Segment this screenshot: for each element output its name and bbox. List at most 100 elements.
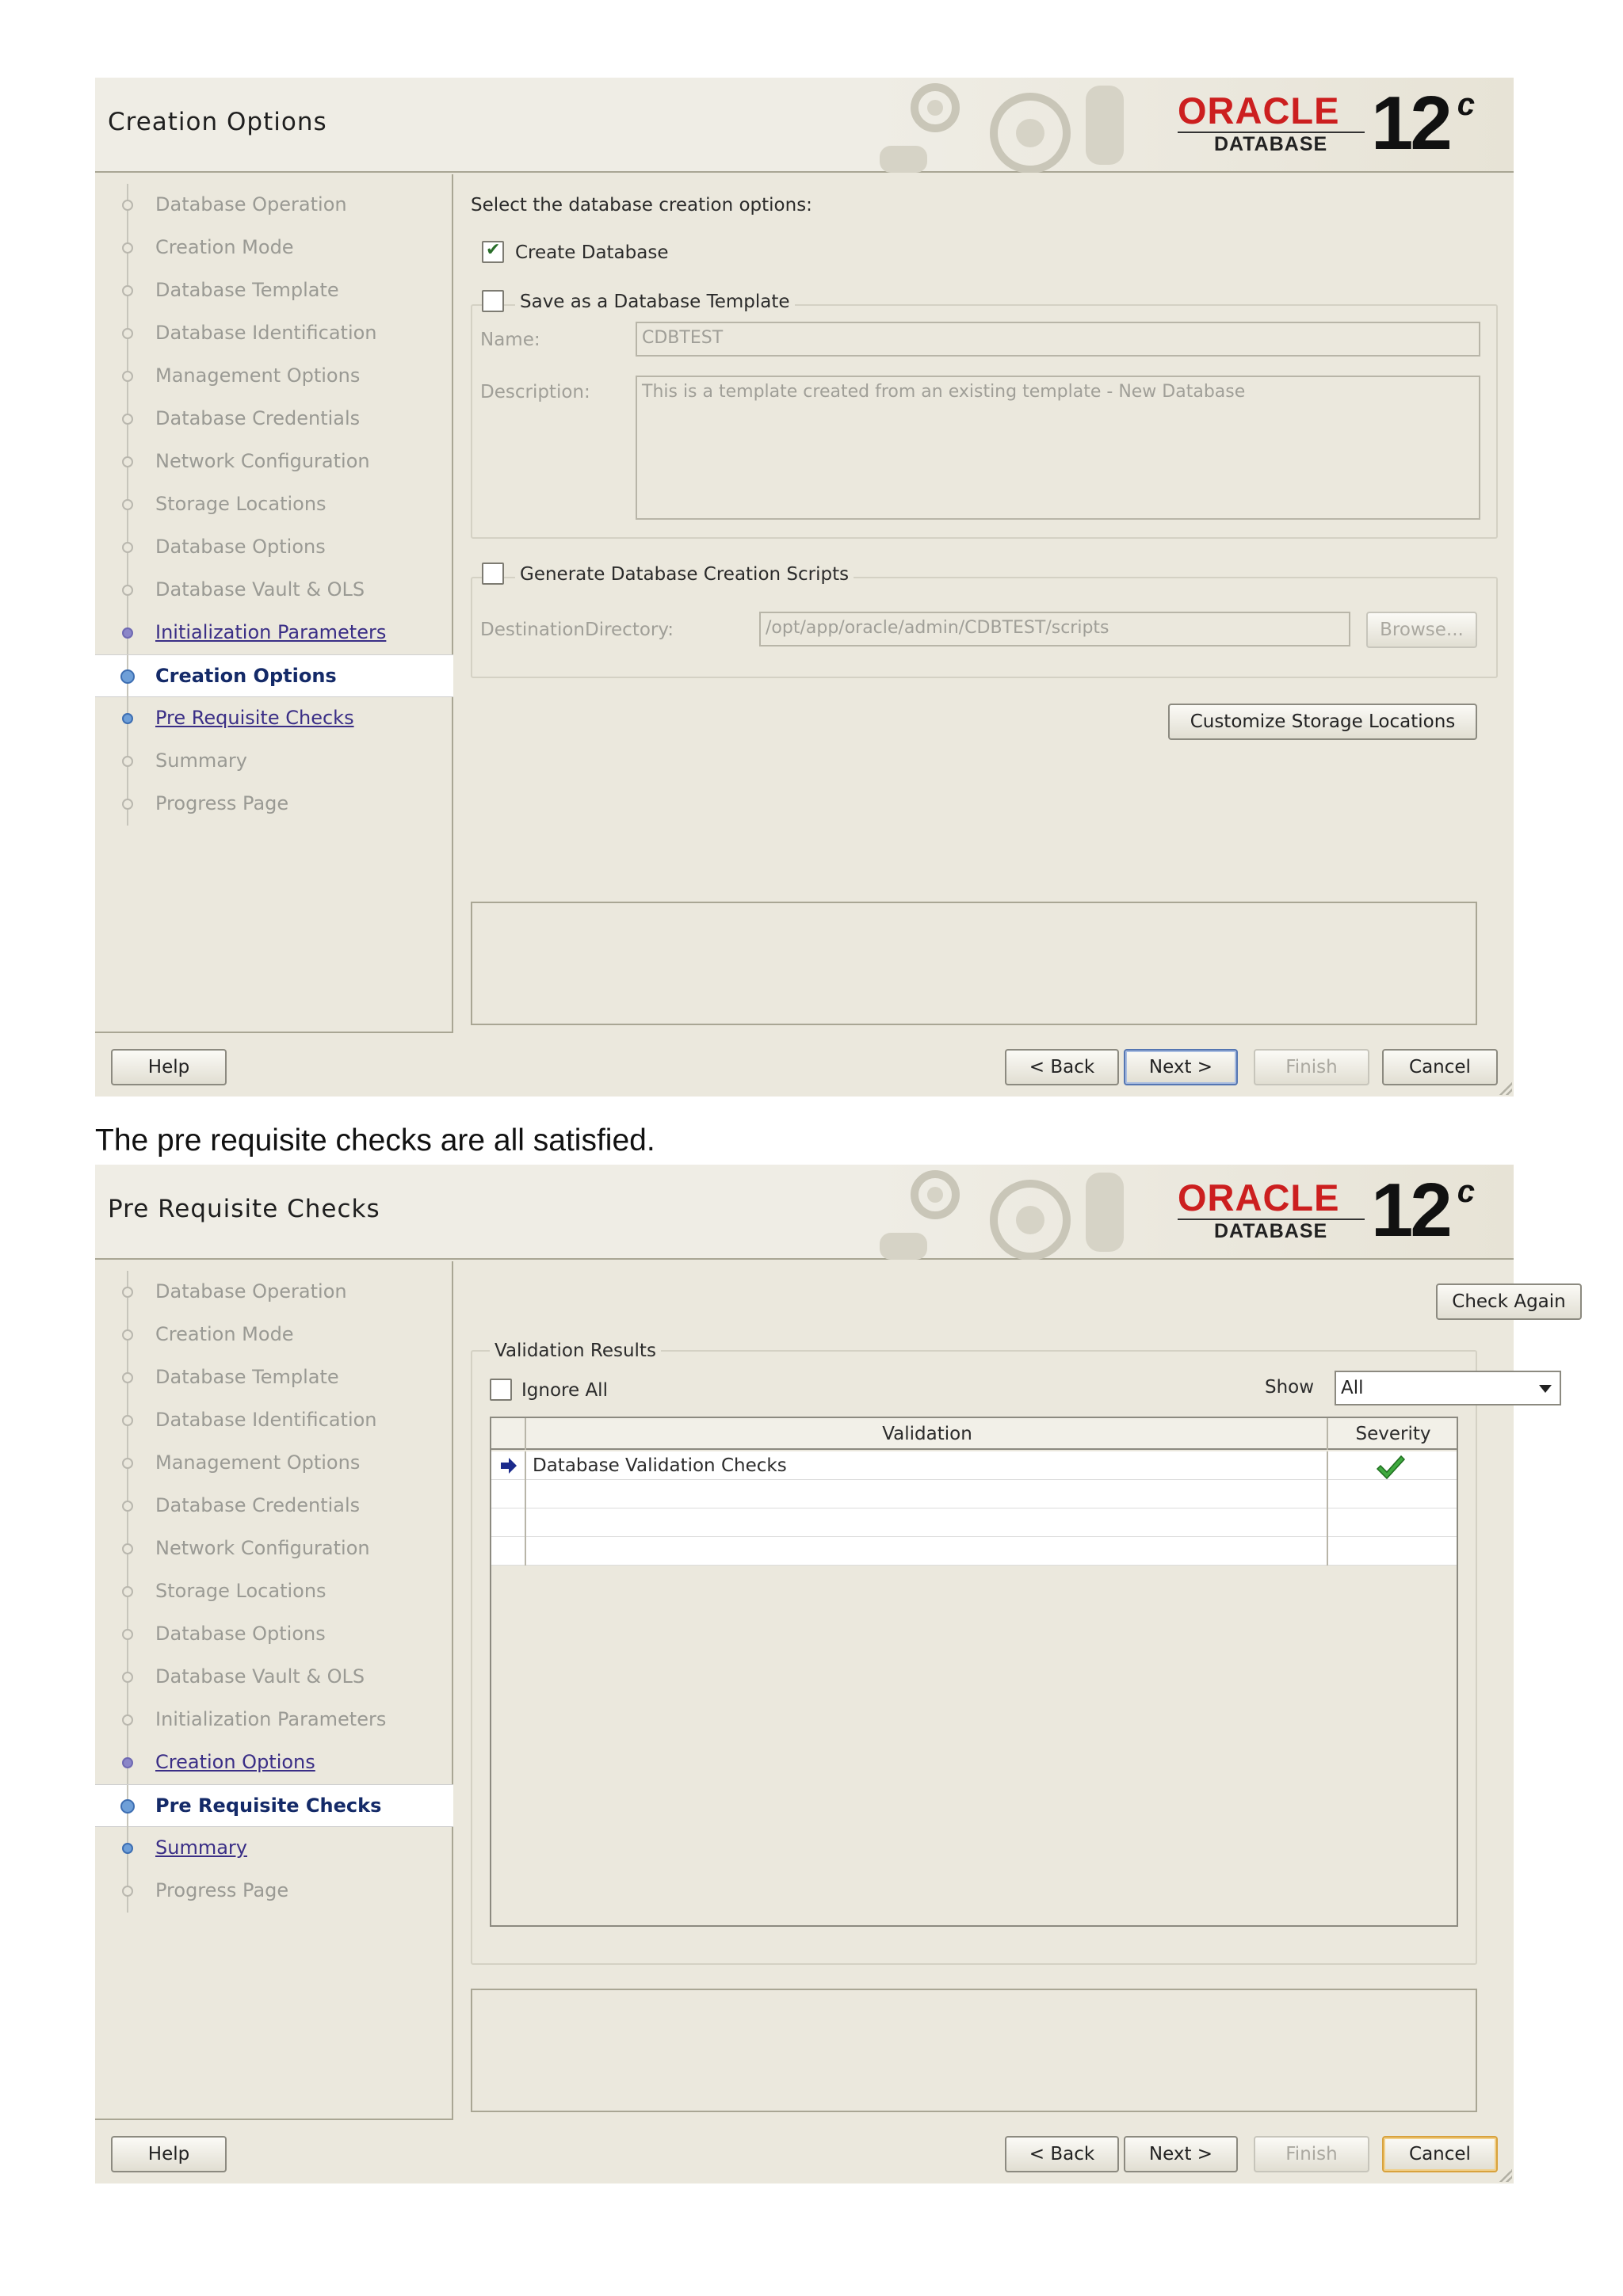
page-title: Creation Options xyxy=(108,108,327,136)
sidebar-item-database-operation: Database Operation xyxy=(95,184,453,227)
table-row-empty xyxy=(491,1480,1457,1508)
browse-button[interactable]: Browse... xyxy=(1366,612,1477,648)
sidebar-item-label: Database Identification xyxy=(155,322,377,344)
next-button[interactable]: Next > xyxy=(1124,1049,1238,1085)
finish-button[interactable]: Finish xyxy=(1254,1049,1369,1085)
finish-button[interactable]: Finish xyxy=(1254,2136,1369,2172)
destination-field[interactable]: /opt/app/oracle/admin/CDBTEST/scripts xyxy=(759,612,1350,646)
help-button[interactable]: Help xyxy=(111,2136,227,2172)
generate-scripts-checkbox[interactable] xyxy=(482,563,504,585)
step-indicator-icon xyxy=(122,585,133,596)
ignore-all-checkbox[interactable] xyxy=(490,1379,512,1401)
help-button[interactable]: Help xyxy=(111,1049,227,1085)
step-indicator-icon xyxy=(122,371,133,382)
sidebar-item-label: Database Credentials xyxy=(155,407,361,429)
step-indicator-icon xyxy=(122,799,133,810)
step-indicator-icon xyxy=(122,1757,133,1768)
sidebar-item-creation-options[interactable]: Creation Options xyxy=(95,654,453,698)
back-button[interactable]: < Back xyxy=(1005,2136,1119,2172)
sidebar-item-database-options: Database Options xyxy=(95,1613,453,1656)
sidebar-item-label: Storage Locations xyxy=(155,493,327,515)
next-button[interactable]: Next > xyxy=(1124,2136,1238,2172)
step-indicator-icon xyxy=(122,1415,133,1426)
row-arrow-cell xyxy=(491,1451,526,1480)
description-field[interactable]: This is a template created from an exist… xyxy=(636,376,1480,520)
step-indicator-icon xyxy=(122,1672,133,1683)
table-header: Validation Severity xyxy=(491,1418,1457,1450)
show-label: Show xyxy=(1265,1377,1315,1398)
sidebar-item-label: Management Options xyxy=(155,1451,361,1474)
step-indicator-icon xyxy=(122,1543,133,1554)
version-suffix: c xyxy=(1457,87,1476,122)
oracle-product-name: DATABASE xyxy=(1214,133,1328,155)
resize-grip-icon[interactable] xyxy=(1499,2169,1512,2182)
creation-options-window: Creation Options ORACLE DATABASE 12 c Dat… xyxy=(95,78,1514,1097)
validation-cell: Database Validation Checks xyxy=(528,1451,1328,1480)
sidebar-item-pre-requisite-checks[interactable]: Pre Requisite Checks xyxy=(95,697,453,740)
sidebar-item-summary: Summary xyxy=(95,740,453,783)
row-blank-cell xyxy=(528,1480,1328,1508)
check-again-button[interactable]: Check Again xyxy=(1436,1283,1582,1320)
row-blank-cell xyxy=(491,1480,526,1508)
name-field[interactable]: CDBTEST xyxy=(636,322,1480,357)
sidebar-item-database-template: Database Template xyxy=(95,1356,453,1399)
ignore-all-label: Ignore All xyxy=(521,1380,608,1401)
sidebar-item-creation-options[interactable]: Creation Options xyxy=(95,1741,453,1784)
sidebar-item-summary[interactable]: Summary xyxy=(95,1827,453,1870)
sidebar-item-label: Pre Requisite Checks xyxy=(155,707,354,729)
sidebar-item-label: Network Configuration xyxy=(155,1537,370,1559)
create-database-checkbox[interactable] xyxy=(482,240,504,263)
sidebar-item-label: Database Template xyxy=(155,1366,339,1388)
sidebar-item-network-configuration: Network Configuration xyxy=(95,1527,453,1570)
step-indicator-icon xyxy=(122,1714,133,1726)
name-label: Name: xyxy=(480,330,540,350)
sidebar-item-label: Database Identification xyxy=(155,1409,377,1431)
severity-column-header[interactable]: Severity xyxy=(1330,1418,1457,1450)
back-button[interactable]: < Back xyxy=(1005,1049,1119,1085)
message-area xyxy=(471,902,1477,1025)
prompt-text: Select the database creation options: xyxy=(471,195,812,215)
sidebar-item-management-options: Management Options xyxy=(95,1442,453,1485)
sidebar-item-initialization-parameters[interactable]: Initialization Parameters xyxy=(95,612,453,654)
step-indicator-icon xyxy=(122,1586,133,1597)
sidebar-item-database-vault-ols: Database Vault & OLS xyxy=(95,569,453,612)
oracle-version: 12 c xyxy=(1371,1173,1475,1249)
sidebar-item-database-identification: Database Identification xyxy=(95,1399,453,1442)
step-indicator-icon xyxy=(122,200,133,211)
save-template-checkbox[interactable] xyxy=(482,290,504,312)
version-suffix: c xyxy=(1457,1174,1476,1209)
step-indicator-icon xyxy=(122,242,133,254)
sidebar-item-label: Summary xyxy=(155,749,247,772)
sidebar-item-label: Creation Options xyxy=(155,665,337,687)
step-indicator-icon xyxy=(122,328,133,339)
resize-grip-icon[interactable] xyxy=(1499,1082,1512,1095)
sidebar-item-label: Creation Mode xyxy=(155,1323,294,1345)
sidebar-item-database-operation: Database Operation xyxy=(95,1271,453,1314)
gears-decoration-icon xyxy=(880,83,1124,173)
create-database-label: Create Database xyxy=(515,242,669,263)
steps-sidebar: Database Operation Creation Mode Database … xyxy=(95,174,453,1033)
step-indicator-icon xyxy=(122,1629,133,1640)
cancel-button[interactable]: Cancel xyxy=(1382,2136,1498,2172)
sidebar-item-pre-requisite-checks[interactable]: Pre Requisite Checks xyxy=(95,1784,453,1828)
sidebar-item-database-credentials: Database Credentials xyxy=(95,1485,453,1527)
step-indicator-icon xyxy=(122,414,133,425)
step-indicator-icon xyxy=(122,1458,133,1469)
prerequisite-checks-panel: Check Again Validation Results Ignore Al… xyxy=(455,1261,1582,2120)
table-row[interactable]: Database Validation Checks xyxy=(491,1451,1457,1480)
sidebar-item-label: Storage Locations xyxy=(155,1580,327,1602)
validation-column-header[interactable]: Validation xyxy=(528,1418,1328,1450)
sidebar-item-initialization-parameters: Initialization Parameters xyxy=(95,1699,453,1741)
sidebar-item-label: Initialization Parameters xyxy=(155,621,387,643)
sidebar-item-storage-locations: Storage Locations xyxy=(95,483,453,526)
customize-storage-button[interactable]: Customize Storage Locations xyxy=(1168,704,1477,740)
table-row-empty xyxy=(491,1537,1457,1566)
cancel-button[interactable]: Cancel xyxy=(1382,1049,1498,1085)
sidebar-item-database-credentials: Database Credentials xyxy=(95,398,453,441)
sidebar-item-creation-mode: Creation Mode xyxy=(95,227,453,269)
show-filter-select[interactable]: All xyxy=(1335,1371,1561,1405)
prerequisite-checks-window: Pre Requisite Checks ORACLE DATABASE 12 c… xyxy=(95,1165,1582,2183)
step-indicator-icon xyxy=(122,542,133,553)
sidebar-item-creation-mode: Creation Mode xyxy=(95,1314,453,1356)
step-indicator-icon xyxy=(122,756,133,767)
